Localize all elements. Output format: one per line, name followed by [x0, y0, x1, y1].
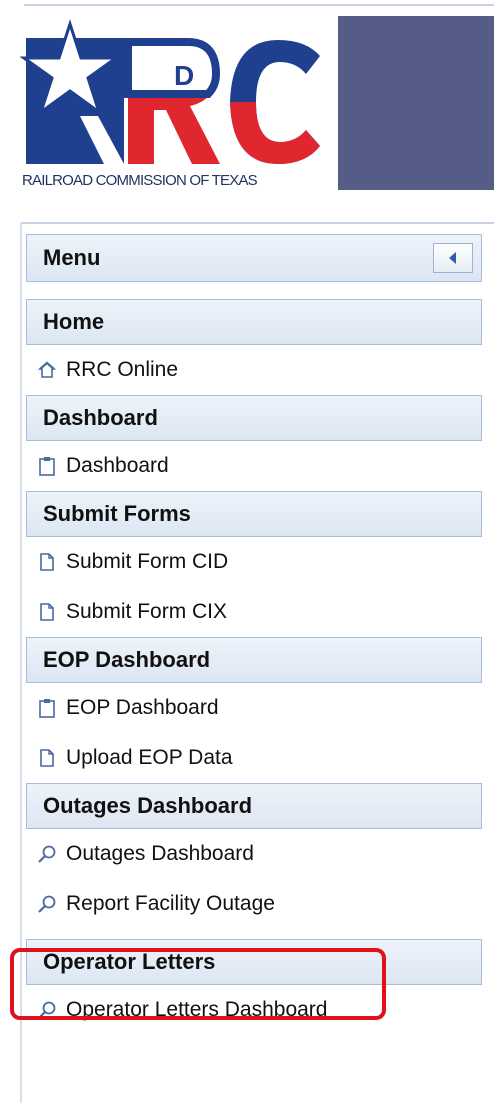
document-icon [36, 551, 58, 573]
document-icon [36, 601, 58, 623]
section-outages-dashboard[interactable]: Outages Dashboard [26, 783, 482, 829]
header-banner [338, 16, 494, 190]
menu-item-label: Outages Dashboard [66, 842, 254, 865]
highlight-box [10, 948, 386, 1020]
menu-item-label: EOP Dashboard [66, 696, 219, 719]
section-label: EOP Dashboard [43, 647, 211, 672]
menu-header: Menu [26, 234, 482, 282]
home-icon [36, 359, 58, 381]
page-header: D RAILROAD COMMISSION OF TEXAS [19, 16, 494, 194]
logo-small-letter: D [174, 60, 195, 91]
collapse-menu-button[interactable] [433, 243, 473, 273]
section-home[interactable]: Home [26, 299, 482, 345]
menu-item-dashboard[interactable]: Dashboard [26, 441, 482, 491]
menu-title: Menu [43, 245, 101, 270]
rrc-logo-graphic [19, 19, 320, 164]
section-dashboard[interactable]: Dashboard [26, 395, 482, 441]
menu-item-upload-eop-data[interactable]: Upload EOP Data [26, 733, 482, 783]
top-divider [24, 4, 494, 6]
section-label: Dashboard [43, 405, 158, 430]
rrc-logo[interactable]: D RAILROAD COMMISSION OF TEXAS [19, 16, 338, 194]
caret-left-icon [449, 252, 456, 264]
section-label: Home [43, 309, 105, 334]
search-icon [36, 893, 58, 915]
menu-item-label: Dashboard [66, 454, 169, 477]
section-label: Submit Forms [43, 501, 191, 526]
menu-item-submit-form-cix[interactable]: Submit Form CIX [26, 587, 482, 637]
header-divider [20, 222, 494, 224]
logo-caption: RAILROAD COMMISSION OF TEXAS [22, 172, 258, 189]
menu-item-outages-dashboard[interactable]: Outages Dashboard [26, 829, 482, 879]
menu-item-submit-form-cid[interactable]: Submit Form CID [26, 537, 482, 587]
section-submit-forms[interactable]: Submit Forms [26, 491, 482, 537]
menu-item-eop-dashboard[interactable]: EOP Dashboard [26, 683, 482, 733]
section-label: Outages Dashboard [43, 793, 253, 818]
menu-item-label: Report Facility Outage [66, 892, 275, 915]
menu-item-rrc-online[interactable]: RRC Online [26, 345, 482, 395]
menu-item-label: Submit Form CIX [66, 600, 228, 623]
menu-item-report-facility-outage[interactable]: Report Facility Outage [26, 879, 482, 929]
clipboard-icon [36, 697, 58, 719]
search-icon [36, 843, 58, 865]
document-icon [36, 747, 58, 769]
menu-item-label: RRC Online [66, 358, 179, 381]
menu-item-label: Upload EOP Data [66, 746, 233, 769]
sidebar-menu: Menu Home RRC Online Dashboard Dashboard… [26, 234, 482, 1035]
menu-item-label: Submit Form CID [66, 550, 229, 573]
clipboard-icon [36, 455, 58, 477]
section-eop-dashboard[interactable]: EOP Dashboard [26, 637, 482, 683]
